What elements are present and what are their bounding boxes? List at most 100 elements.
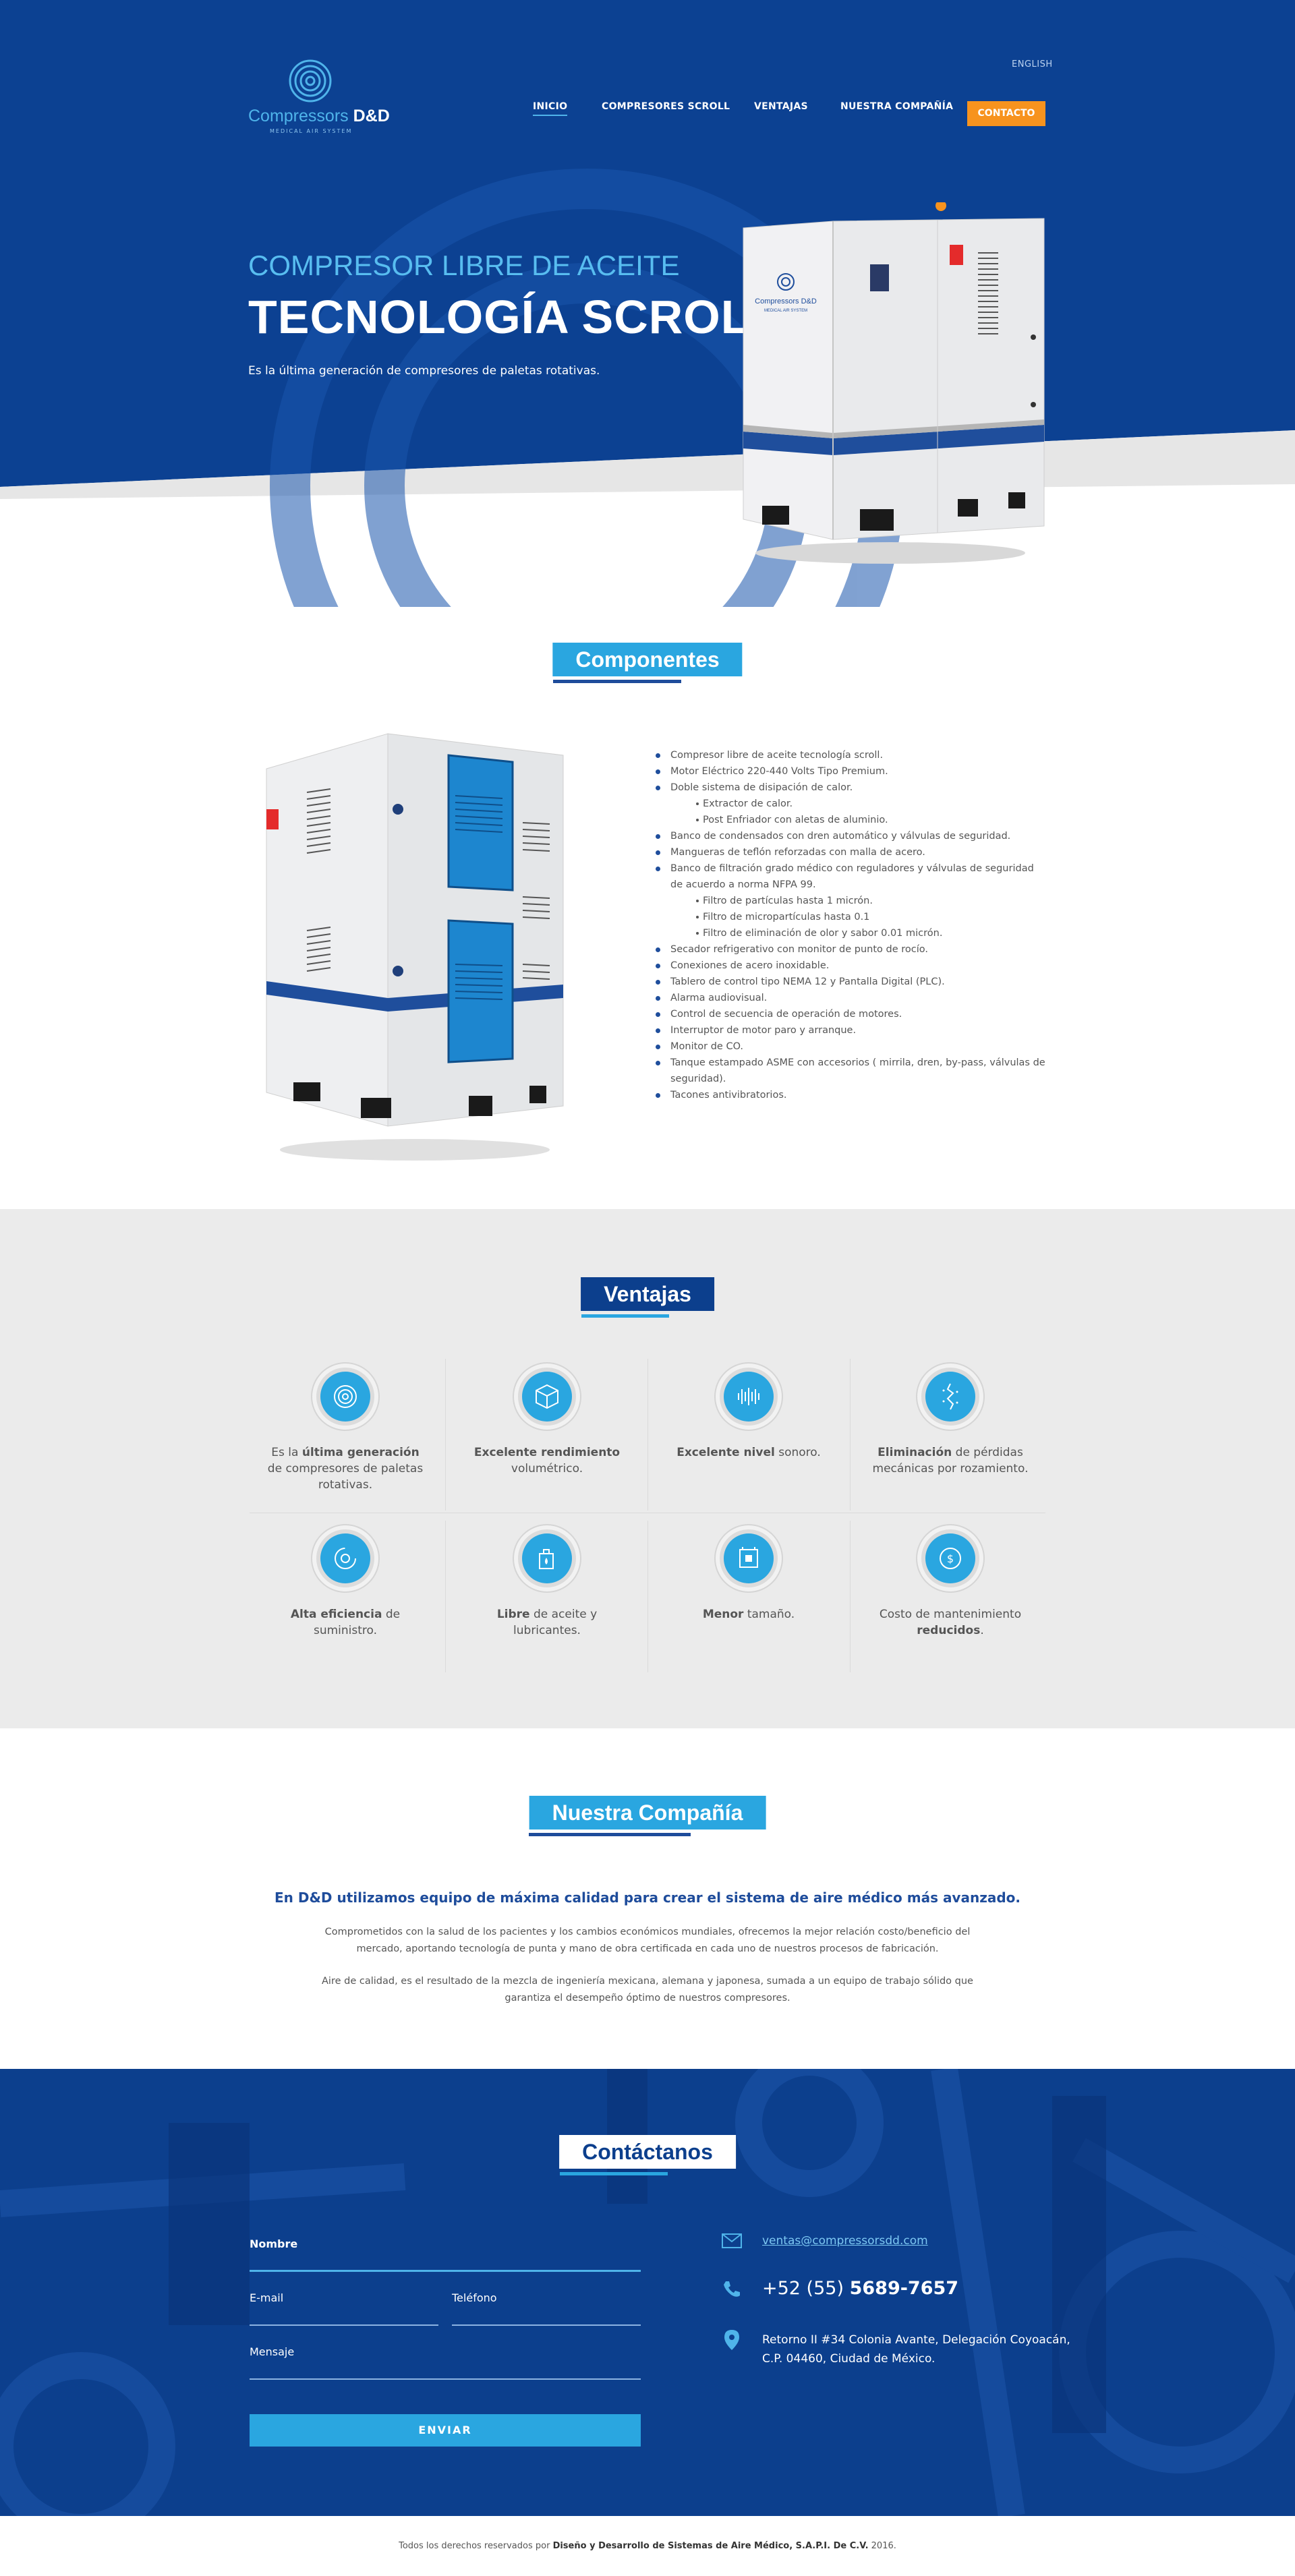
ventaja-item: Excelente rendimiento volumétrico. xyxy=(447,1364,648,1519)
icon-ring xyxy=(917,1364,983,1430)
phone-field-label[interactable]: Teléfono xyxy=(452,2291,497,2304)
component-item: Mangueras de teflón reforzadas con malla… xyxy=(656,844,1047,860)
language-switch-link[interactable]: ENGLISH xyxy=(1012,59,1053,69)
componentes-title: Componentes xyxy=(552,643,743,676)
company-paragraph-1: Comprometidos con la salud de los pacien… xyxy=(324,1927,971,1954)
phone-icon xyxy=(724,2281,740,2297)
component-item: Post Enfriador con aletas de aluminio. xyxy=(656,812,1047,828)
ventaja-item: Alta eficiencia de suministro. xyxy=(245,1525,446,1680)
component-item: Alarma audiovisual. xyxy=(656,990,1047,1006)
ventaja-label: Costo de mantenimiento reducidos. xyxy=(870,1606,1031,1639)
ventaja-highlight: última generación xyxy=(301,1446,420,1459)
ventaja-text: sonoro. xyxy=(774,1446,821,1459)
message-field-label[interactable]: Mensaje xyxy=(250,2345,294,2358)
ventaja-label: Libre de aceite y lubricantes. xyxy=(467,1606,627,1639)
hero-description: Es la última generación de compresores d… xyxy=(248,364,600,378)
ventaja-highlight: Alta eficiencia xyxy=(290,1608,382,1621)
logo-text[interactable]: Compressors D&D xyxy=(248,107,390,126)
send-button[interactable]: ENVIAR xyxy=(250,2414,641,2447)
ventaja-text: de compresores de paletas rotativas. xyxy=(267,1462,424,1492)
email-field-label[interactable]: E-mail xyxy=(250,2291,283,2304)
ventaja-highlight: Excelente nivel xyxy=(677,1446,775,1459)
component-item: Banco de filtración grado médico con reg… xyxy=(656,860,1047,893)
envelope-icon xyxy=(722,2233,742,2248)
footer-year: 2016. xyxy=(868,2541,896,2551)
ventaja-text: tamaño. xyxy=(743,1608,795,1621)
address-line-2: C.P. 04460, Ciudad de México. xyxy=(762,2352,936,2366)
nav-inicio[interactable]: INICIO xyxy=(533,101,568,116)
message-field[interactable] xyxy=(250,2378,641,2380)
email-field[interactable] xyxy=(250,2324,438,2326)
address-line-1: Retorno II #34 Colonia Avante, Delegació… xyxy=(762,2333,1070,2347)
component-item: Extractor de calor. xyxy=(656,796,1047,812)
money-icon: $ xyxy=(940,1548,961,1569)
ventaja-item: Eliminación de pérdidas mecánicas por ro… xyxy=(850,1364,1051,1519)
component-item: Filtro de partículas hasta 1 micrón. xyxy=(656,893,1047,909)
email-link[interactable]: ventas@compressorsdd.com xyxy=(762,2234,928,2248)
ventaja-item: Excelente nivel sonoro. xyxy=(648,1364,849,1519)
component-item: Tacones antivibratorios. xyxy=(656,1087,1047,1103)
name-field-label[interactable]: Nombre xyxy=(250,2237,297,2250)
ventaja-item: Menor tamaño. xyxy=(648,1525,849,1680)
icon-circle xyxy=(522,1533,572,1583)
icon-ring xyxy=(514,1525,580,1591)
icon-circle xyxy=(724,1533,774,1583)
icon-circle xyxy=(724,1372,774,1422)
svg-text:$: $ xyxy=(947,1552,954,1565)
oil-can-icon xyxy=(539,1549,554,1569)
ventaja-label: Excelente rendimiento volumétrico. xyxy=(467,1444,627,1477)
component-item: Doble sistema de disipación de calor. xyxy=(656,780,1047,796)
ventaja-text: . xyxy=(980,1624,984,1637)
component-item: Compresor libre de aceite tecnología scr… xyxy=(656,747,1047,763)
icon-ring xyxy=(514,1364,580,1430)
ventaja-highlight: Eliminación xyxy=(877,1446,952,1459)
component-item: Interruptor de motor paro y arranque. xyxy=(656,1022,1047,1038)
company-lead: En D&D utilizamos equipo de máxima calid… xyxy=(275,1890,1020,1906)
ventaja-label: Eliminación de pérdidas mecánicas por ro… xyxy=(870,1444,1031,1477)
footer: Todos los derechos reservados por Diseño… xyxy=(0,2516,1295,2576)
nav-nuestra-compania[interactable]: NUESTRA COMPAÑÍA xyxy=(840,101,953,112)
icon-ring xyxy=(312,1364,378,1430)
nav-ventajas[interactable]: VENTAJAS xyxy=(754,101,808,112)
component-item: Filtro de eliminación de olor y sabor 0.… xyxy=(656,925,1047,941)
hero-product-sublabel: MEDICAL AIR SYSTEM xyxy=(764,309,807,313)
components-list: Compresor libre de aceite tecnología scr… xyxy=(656,747,1047,1103)
ventaja-highlight: Libre xyxy=(496,1608,530,1621)
ventaja-label: Excelente nivel sonoro. xyxy=(668,1444,829,1461)
ventajas-underline xyxy=(581,1314,669,1318)
hero-compressor-image: Compressors D&D MEDICAL AIR SYSTEM xyxy=(743,202,1045,564)
hero-product-label: Compressors D&D xyxy=(755,297,817,305)
contact-underline xyxy=(560,2172,668,2175)
ventaja-label: Alta eficiencia de suministro. xyxy=(265,1606,426,1639)
hero-section: ENGLISH Compressors D&D MEDICAL AIR SYST… xyxy=(0,0,1295,607)
spiral-icon xyxy=(334,1385,357,1408)
icon-ring xyxy=(312,1525,378,1591)
component-item: Motor Eléctrico 220-440 Volts Tipo Premi… xyxy=(656,763,1047,780)
icon-ring: $ xyxy=(917,1525,983,1591)
nav-compresores-scroll[interactable]: COMPRESORES SCROLL xyxy=(602,101,730,112)
phone-field[interactable] xyxy=(452,2324,641,2326)
icon-circle xyxy=(320,1533,370,1583)
icon-circle xyxy=(320,1372,370,1422)
ventaja-highlight: Excelente rendimiento xyxy=(473,1446,621,1459)
phone-number[interactable]: +52 (55) 5689-7657 xyxy=(762,2278,958,2299)
component-item: Conexiones de acero inoxidable. xyxy=(656,958,1047,974)
logo-spiral-icon[interactable] xyxy=(248,58,376,139)
component-item: Tablero de control tipo NEMA 12 y Pantal… xyxy=(656,974,1047,990)
logo-tagline: MEDICAL AIR SYSTEM xyxy=(270,128,353,134)
hero-subtitle: COMPRESOR LIBRE DE ACEITE xyxy=(248,250,680,281)
ventaja-highlight: reducidos xyxy=(917,1624,981,1637)
company-paragraph-2: Aire de calidad, es el resultado de la m… xyxy=(322,1976,973,2003)
icon-circle: $ xyxy=(925,1533,975,1583)
componentes-underline xyxy=(553,680,681,683)
contact-title: Contáctanos xyxy=(559,2135,736,2169)
ventaja-highlight: Menor xyxy=(702,1608,744,1621)
contact-button[interactable]: CONTACTO xyxy=(967,101,1045,126)
name-field[interactable] xyxy=(250,2270,641,2272)
cube-icon xyxy=(536,1384,558,1409)
component-item: Tanque estampado ASME con accesorios ( m… xyxy=(656,1055,1047,1087)
ventaja-label: Es la última generación de compresores d… xyxy=(265,1444,426,1493)
ventaja-item: Libre de aceite y lubricantes. xyxy=(447,1525,648,1680)
components-compressor-image xyxy=(266,733,564,1161)
icon-circle xyxy=(522,1372,572,1422)
